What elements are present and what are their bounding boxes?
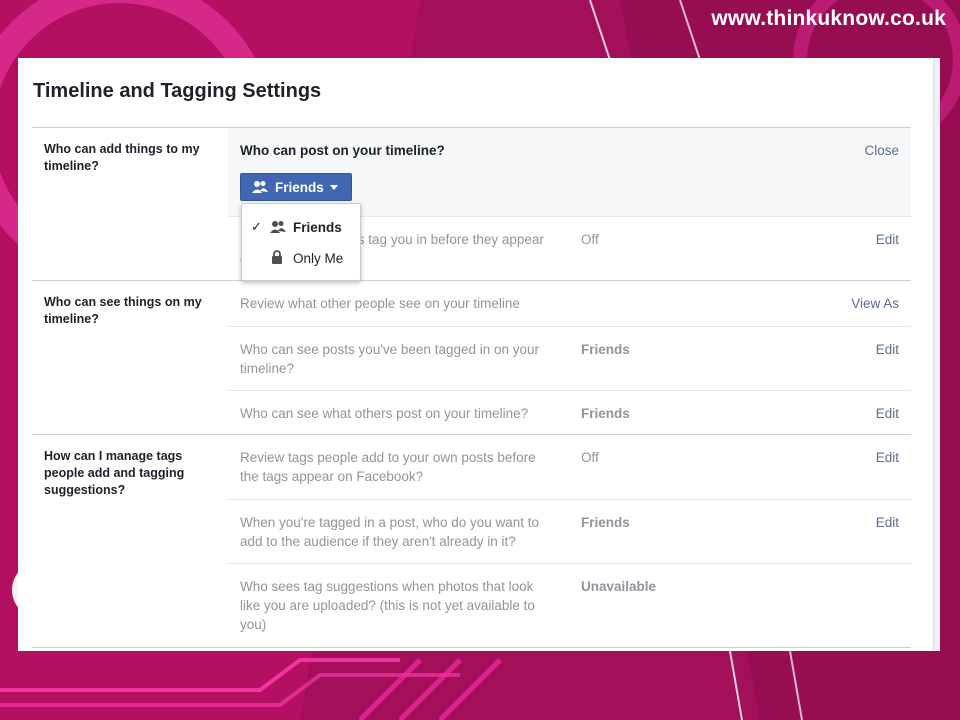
setting-question: Who can post on your timeline? <box>240 143 445 158</box>
close-link[interactable]: Close <box>864 141 899 160</box>
setting-row: Review tags people add to your own posts… <box>228 435 911 499</box>
setting-row: Review what other people see on your tim… <box>228 281 911 326</box>
lock-icon <box>271 250 283 267</box>
section-manage-tags: How can I manage tags people add and tag… <box>32 434 911 648</box>
setting-question: Review tags people add to your own posts… <box>240 450 536 484</box>
setting-question: Review what other people see on your tim… <box>240 296 520 311</box>
dropdown-option-only-me[interactable]: Only Me <box>242 243 360 273</box>
page-title: Timeline and Tagging Settings <box>33 80 322 102</box>
setting-row: Who sees tag suggestions when photos tha… <box>228 563 911 648</box>
section-see-timeline: Who can see things on my timeline? Revie… <box>32 280 911 435</box>
dropdown-option-label: Friends <box>293 219 342 235</box>
edit-link[interactable]: Edit <box>876 513 899 532</box>
edit-link[interactable]: Edit <box>876 340 899 359</box>
setting-question: Who can see posts you've been tagged in … <box>240 342 540 376</box>
setting-question: When you're tagged in a post, who do you… <box>240 515 540 549</box>
setting-value: Unavailable <box>581 579 657 594</box>
view-as-link[interactable]: View As <box>851 294 899 313</box>
section-add-to-timeline: Who can add things to my timeline? Who c… <box>32 127 911 281</box>
site-url: www.thinkuknow.co.uk <box>711 7 946 30</box>
audience-selector-button[interactable]: Friends <box>240 173 352 201</box>
dropdown-option-friends[interactable]: ✓ Friends <box>242 212 360 242</box>
checkmark-icon: ✓ <box>251 219 262 234</box>
setting-row: When you're tagged in a post, who do you… <box>228 499 911 564</box>
friends-icon <box>269 220 287 237</box>
setting-value: Off <box>581 232 599 247</box>
settings-panel: Timeline and Tagging Settings Who can ad… <box>18 58 940 651</box>
friends-icon <box>251 180 269 194</box>
edit-link[interactable]: Edit <box>876 230 899 249</box>
section-label: Who can add things to my timeline? <box>44 142 200 173</box>
section-label: How can I manage tags people add and tag… <box>44 449 185 497</box>
dropdown-option-label: Only Me <box>293 250 344 266</box>
setting-question: Who can see what others post on your tim… <box>240 406 529 421</box>
setting-question: Who sees tag suggestions when photos tha… <box>240 579 535 632</box>
setting-value: Friends <box>581 342 630 357</box>
setting-value: Friends <box>581 406 630 421</box>
setting-row: Who can see posts you've been tagged in … <box>228 326 911 391</box>
audience-dropdown-menu: ✓ Friends Only Me <box>241 203 361 281</box>
section-label: Who can see things on my timeline? <box>44 295 202 326</box>
scrollbar[interactable] <box>933 58 940 651</box>
audience-button-label: Friends <box>275 179 324 195</box>
setting-row: Who can see what others post on your tim… <box>228 390 911 436</box>
setting-value: Friends <box>581 515 630 530</box>
edit-link[interactable]: Edit <box>876 404 899 423</box>
edit-link[interactable]: Edit <box>876 448 899 467</box>
caret-down-icon <box>329 184 338 190</box>
setting-value: Off <box>581 450 599 465</box>
